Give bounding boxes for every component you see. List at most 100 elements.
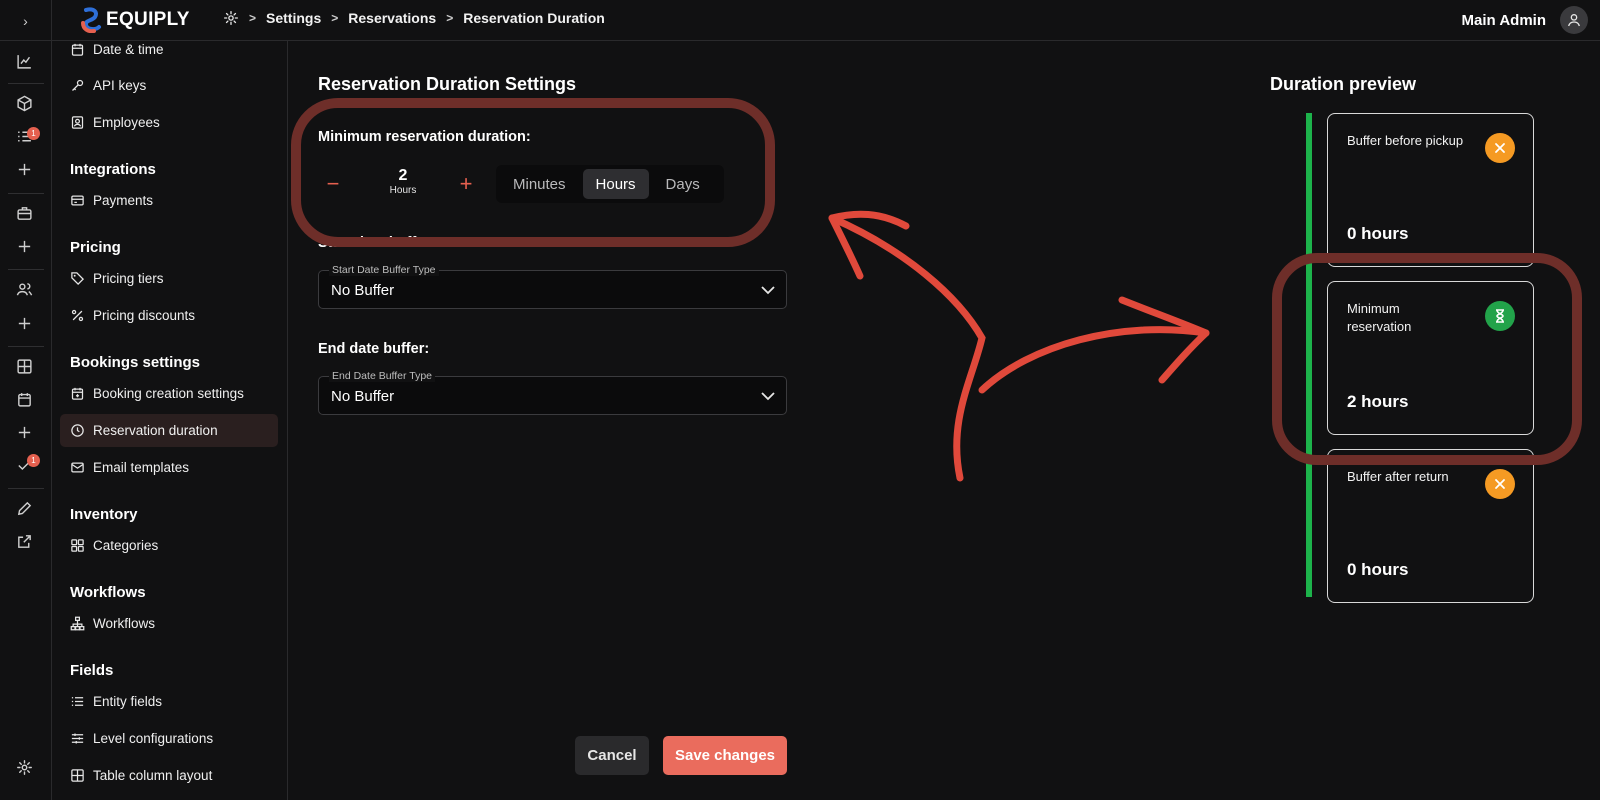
table-icon bbox=[71, 769, 84, 782]
sidebar-item-label: Table column layout bbox=[93, 768, 213, 783]
user-menu[interactable]: Main Admin bbox=[1462, 6, 1588, 34]
card-label: Minimum reservation bbox=[1347, 301, 1412, 334]
sidebar-item-pricing-tiers[interactable]: Pricing tiers bbox=[60, 262, 278, 295]
sidebar-item-label: Email templates bbox=[93, 460, 190, 475]
sidebar-item-label: Workflows bbox=[93, 616, 156, 631]
sidebar-item-entity-fields[interactable]: Entity fields bbox=[60, 685, 278, 718]
avatar[interactable] bbox=[1560, 6, 1588, 34]
mail-icon bbox=[71, 462, 84, 473]
stepper-value-display: 2 Hours bbox=[378, 167, 428, 196]
unit-option-minutes[interactable]: Minutes bbox=[500, 169, 579, 199]
sidebar-item-employees[interactable]: Employees bbox=[60, 106, 278, 139]
settings-gear-icon[interactable] bbox=[14, 757, 34, 777]
settings-sidebar: Date & time API keys Employees Integrati… bbox=[52, 41, 288, 800]
start-buffer-label: Start date buffer: bbox=[318, 235, 435, 251]
external-link-icon[interactable] bbox=[14, 531, 34, 551]
decrement-button[interactable]: − bbox=[320, 171, 346, 197]
analytics-icon[interactable] bbox=[14, 51, 34, 71]
sliders-icon bbox=[71, 733, 84, 744]
briefcase-icon[interactable] bbox=[14, 203, 34, 223]
sidebar-item-label: Pricing discounts bbox=[93, 308, 196, 323]
preview-card-buffer-before: Buffer before pickup 0 hours bbox=[1327, 113, 1534, 267]
box-icon[interactable] bbox=[14, 93, 34, 113]
timeline-bar bbox=[1306, 113, 1312, 597]
sidebar-item-label: Booking creation settings bbox=[93, 386, 244, 401]
group-title-inventory: Inventory bbox=[70, 506, 138, 523]
unit-toggle: Minutes Hours Days bbox=[496, 165, 724, 203]
sidebar-item-table-column-layout[interactable]: Table column layout bbox=[60, 759, 278, 792]
users-icon[interactable] bbox=[14, 279, 34, 299]
cancel-button[interactable]: Cancel bbox=[575, 736, 649, 775]
pencil-icon[interactable] bbox=[14, 498, 34, 518]
unit-option-days[interactable]: Days bbox=[653, 169, 713, 199]
task-badge: 1 bbox=[27, 127, 40, 140]
card-label: Buffer after return bbox=[1347, 469, 1449, 484]
contact-card-icon bbox=[71, 116, 84, 129]
sidebar-item-workflows[interactable]: Workflows bbox=[60, 607, 278, 640]
sidebar-item-label: Date & time bbox=[93, 42, 164, 57]
expand-sidebar-button[interactable]: › bbox=[0, 0, 52, 41]
sidebar-item-label: Categories bbox=[93, 538, 159, 553]
sidebar-item-date-time[interactable]: Date & time bbox=[60, 41, 278, 66]
grid-icon bbox=[71, 539, 84, 552]
sidebar-item-level-configurations[interactable]: Level configurations bbox=[60, 722, 278, 755]
select-legend: End Date Buffer Type bbox=[329, 370, 436, 382]
sidebar-item-label: Entity fields bbox=[93, 694, 163, 709]
group-title-fields: Fields bbox=[70, 662, 114, 679]
unit-option-hours[interactable]: Hours bbox=[582, 169, 649, 199]
group-title-integrations: Integrations bbox=[70, 161, 156, 178]
increment-button[interactable]: + bbox=[453, 171, 479, 197]
sidebar-item-email-templates[interactable]: Email templates bbox=[60, 451, 278, 484]
gear-icon[interactable] bbox=[223, 10, 239, 26]
approvals-badge: 1 bbox=[27, 454, 40, 467]
grid-icon[interactable] bbox=[14, 356, 34, 376]
sidebar-item-api-keys[interactable]: API keys bbox=[60, 69, 278, 102]
plus-icon[interactable] bbox=[14, 313, 34, 333]
plus-icon[interactable] bbox=[14, 159, 34, 179]
logo[interactable]: EQUIPLY bbox=[80, 6, 190, 34]
select-value: No Buffer bbox=[331, 388, 395, 405]
clock-icon bbox=[71, 424, 84, 437]
select-legend: Start Date Buffer Type bbox=[329, 264, 439, 276]
breadcrumb-reservations[interactable]: Reservations bbox=[348, 10, 436, 26]
card-value: 2 hours bbox=[1347, 392, 1409, 411]
sidebar-item-booking-creation-settings[interactable]: Booking creation settings bbox=[60, 377, 278, 410]
sidebar-item-label: Reservation duration bbox=[93, 423, 218, 438]
icon-rail: 1 1 bbox=[0, 41, 52, 800]
sidebar-item-payments[interactable]: Payments bbox=[60, 184, 278, 217]
breadcrumb: > Settings > Reservations > Reservation … bbox=[223, 10, 605, 26]
start-buffer-select[interactable]: Start Date Buffer Type No Buffer bbox=[318, 264, 787, 309]
close-icon bbox=[1485, 133, 1515, 163]
arrow-to-preview bbox=[978, 296, 1210, 394]
chevron-right-icon: > bbox=[249, 11, 257, 25]
sidebar-item-reservation-duration[interactable]: Reservation duration bbox=[60, 414, 278, 447]
stepper-unit: Hours bbox=[389, 185, 417, 196]
user-icon bbox=[1568, 14, 1580, 27]
sidebar-item-pricing-discounts[interactable]: Pricing discounts bbox=[60, 299, 278, 332]
page-title: Reservation Duration Settings bbox=[318, 74, 577, 94]
calendar-icon[interactable] bbox=[14, 389, 34, 409]
chevron-down-icon bbox=[761, 286, 775, 295]
end-buffer-select[interactable]: End Date Buffer Type No Buffer bbox=[318, 370, 787, 415]
preview-card-minimum-reservation: Minimum reservation 2 hours bbox=[1327, 281, 1534, 435]
calendar-icon bbox=[71, 43, 84, 56]
plus-icon[interactable] bbox=[14, 236, 34, 256]
hourglass-icon bbox=[1485, 301, 1515, 331]
credit-card-icon bbox=[71, 195, 84, 206]
workflow-icon bbox=[70, 616, 85, 631]
save-button[interactable]: Save changes bbox=[663, 736, 787, 775]
chevron-right-icon: > bbox=[446, 11, 454, 25]
breadcrumb-settings[interactable]: Settings bbox=[266, 10, 321, 26]
chevron-right-icon: > bbox=[331, 11, 339, 25]
close-icon bbox=[1485, 469, 1515, 499]
chevron-right-icon: › bbox=[23, 12, 28, 29]
user-name: Main Admin bbox=[1461, 11, 1546, 29]
list-icon bbox=[71, 697, 84, 706]
sidebar-item-label: API keys bbox=[93, 78, 147, 93]
top-bar: › EQUIPLY > Settings > Reservations > Re… bbox=[0, 0, 1600, 41]
plus-icon[interactable] bbox=[14, 422, 34, 442]
preview-title: Duration preview bbox=[1270, 74, 1417, 94]
select-value: No Buffer bbox=[331, 282, 395, 299]
sidebar-item-categories[interactable]: Categories bbox=[60, 529, 278, 562]
min-duration-label: Minimum reservation duration: bbox=[318, 129, 531, 145]
